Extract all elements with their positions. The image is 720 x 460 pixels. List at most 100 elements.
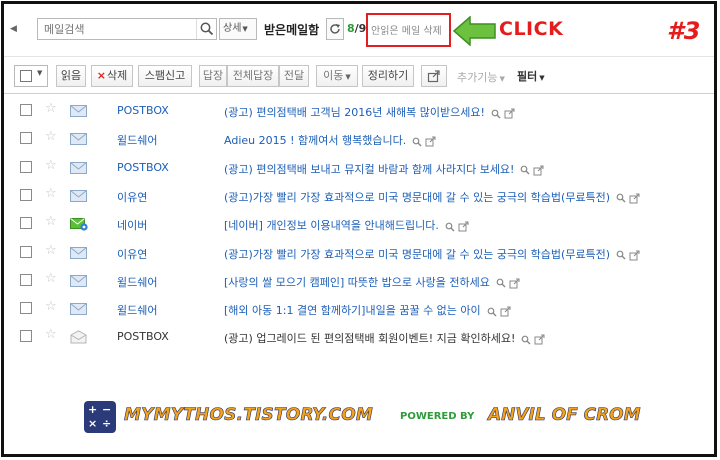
total-count: /9 bbox=[354, 22, 367, 35]
mail-checkbox[interactable] bbox=[20, 217, 32, 230]
star-icon[interactable]: ☆ bbox=[45, 130, 57, 144]
mail-subject-link[interactable]: (광고) 업그레이드 된 편의점택배 회원이벤트! 지금 확인하세요! bbox=[224, 330, 548, 346]
mail-subject-link[interactable]: (광고)가장 빨리 가장 효과적으로 미국 명문대에 갈 수 있는 궁극의 학습… bbox=[224, 189, 643, 205]
mail-subject-link[interactable]: (광고) 편의점택배 보내고 뮤지컬 바람과 함께 사라지다 보세요! bbox=[224, 161, 547, 177]
preview-search-icon[interactable] bbox=[616, 193, 626, 203]
mail-checkbox[interactable] bbox=[20, 132, 32, 145]
mail-row-tools bbox=[412, 135, 439, 148]
preview-search-icon[interactable] bbox=[496, 278, 506, 288]
more-features-menu[interactable]: 추가기능 ▼ bbox=[457, 69, 505, 85]
mail-row-tools bbox=[491, 107, 518, 120]
preview-search-icon[interactable] bbox=[445, 222, 455, 232]
mail-sender[interactable]: 네이버 bbox=[117, 217, 147, 233]
mail-subject-link[interactable]: [해외 아동 1:1 결연 함께하기]내일을 꿈꿀 수 없는 아이 bbox=[224, 302, 514, 318]
mail-checkbox[interactable] bbox=[20, 245, 32, 258]
delete-button[interactable]: ×삭제 bbox=[91, 65, 133, 87]
open-new-window-icon[interactable] bbox=[629, 250, 640, 261]
open-new-window-icon[interactable] bbox=[629, 193, 640, 204]
star-icon[interactable]: ☆ bbox=[45, 271, 57, 286]
detail-search-label: 상세 bbox=[223, 23, 242, 34]
search-button[interactable] bbox=[196, 19, 216, 39]
star-icon[interactable]: ☆ bbox=[45, 215, 57, 229]
envelope-icon bbox=[70, 133, 87, 146]
mail-subject: [해외 아동 1:1 결연 함께하기]내일을 꿈꿀 수 없는 아이 bbox=[224, 304, 481, 318]
forward-button[interactable]: 전달 bbox=[279, 65, 309, 87]
mail-subject-link[interactable]: Adieu 2015 ! 함께여서 행복했습니다. bbox=[224, 132, 439, 148]
mail-subject: (광고) 업그레이드 된 편의점택배 회원이벤트! 지금 확인하세요! bbox=[224, 332, 516, 346]
mail-checkbox[interactable] bbox=[20, 302, 32, 315]
mail-subject: (광고)가장 빨리 가장 효과적으로 미국 명문대에 갈 수 있는 궁극의 학습… bbox=[224, 190, 611, 204]
mail-checkbox[interactable] bbox=[20, 104, 32, 116]
chevron-down-icon: ▼ bbox=[242, 25, 248, 33]
mail-row[interactable]: ☆ POSTBOX (광고) 편의점택배 고객님 2016년 새해복 많이받으세요! bbox=[4, 96, 714, 124]
delete-unread-button[interactable]: 안읽은 메일 삭제 bbox=[371, 22, 442, 37]
mail-subject-link[interactable]: (광고) 편의점택배 고객님 2016년 새해복 많이받으세요! bbox=[224, 104, 518, 120]
open-new-window-icon[interactable] bbox=[504, 108, 515, 119]
organize-button[interactable]: 정리하기 bbox=[362, 65, 414, 87]
mail-checkbox[interactable] bbox=[20, 188, 32, 201]
detail-search-button[interactable]: 상세▼ bbox=[219, 18, 257, 40]
move-button[interactable]: 이동 ▼ bbox=[316, 65, 358, 87]
mail-checkbox[interactable] bbox=[20, 160, 32, 173]
spam-report-button[interactable]: 스팸신고 bbox=[138, 65, 192, 87]
preview-search-icon[interactable] bbox=[487, 307, 497, 317]
mail-row[interactable]: ☆ POSTBOX (광고) 편의점택배 보내고 뮤지컬 바람과 함께 사라지다 보… bbox=[4, 153, 714, 181]
mail-sender[interactable]: 이유연 bbox=[117, 246, 147, 262]
mail-row[interactable]: ☆ 네이버 [네이버] 개인정보 이용내역을 안내해드립니다. bbox=[4, 209, 714, 237]
mail-row[interactable]: ☆ 윌드쉐어 [사랑의 쌀 모으기 캠페인] 따뜻한 밥으로 사랑을 전하세요 bbox=[4, 266, 714, 294]
mail-sender[interactable]: 이유연 bbox=[117, 189, 147, 205]
preview-search-icon[interactable] bbox=[616, 250, 626, 260]
mail-sender[interactable]: POSTBOX bbox=[117, 330, 169, 343]
mark-read-button[interactable]: 읽음 bbox=[56, 65, 86, 87]
star-icon[interactable]: ☆ bbox=[45, 102, 57, 116]
watermark-brand: ANVIL OF CROM bbox=[488, 405, 641, 426]
mail-sender[interactable]: 윌드쉐어 bbox=[117, 274, 157, 290]
mail-row[interactable]: ☆ 이유연 (광고)가장 빨리 가장 효과적으로 미국 명문대에 갈 수 있는 궁극… bbox=[4, 238, 714, 266]
preview-search-icon[interactable] bbox=[412, 137, 422, 147]
mail-row[interactable]: ☆ 이유연 (광고)가장 빨리 가장 효과적으로 미국 명문대에 갈 수 있는 궁극… bbox=[4, 181, 714, 209]
preview-search-icon[interactable] bbox=[520, 165, 530, 175]
envelope-icon bbox=[70, 105, 87, 117]
open-new-window-icon[interactable] bbox=[533, 165, 544, 176]
search-input[interactable] bbox=[38, 19, 196, 39]
mail-row[interactable]: ☆ POSTBOX (광고) 업그레이드 된 편의점택배 회원이벤트! 지금 확인하… bbox=[4, 322, 714, 350]
share-button[interactable] bbox=[421, 65, 447, 87]
mail-subject: [사랑의 쌀 모으기 캠페인] 따뜻한 밥으로 사랑을 전하세요 bbox=[224, 275, 490, 289]
search-box bbox=[37, 18, 217, 40]
preview-search-icon[interactable] bbox=[521, 335, 531, 345]
calculator-logo-icon: + − × ÷ bbox=[84, 401, 116, 433]
star-icon[interactable]: ☆ bbox=[45, 300, 57, 314]
reply-all-button[interactable]: 전체답장 bbox=[227, 65, 279, 87]
more-features-label: 추가기능 bbox=[457, 71, 498, 84]
open-new-window-icon[interactable] bbox=[534, 334, 545, 345]
mail-subject-link[interactable]: [사랑의 쌀 모으기 캠페인] 따뜻한 밥으로 사랑을 전하세요 bbox=[224, 274, 523, 290]
mail-row[interactable]: ☆ 윌드쉐어 Adieu 2015 ! 함께여서 행복했습니다. bbox=[4, 124, 714, 152]
checkbox-icon bbox=[20, 70, 32, 82]
open-new-window-icon[interactable] bbox=[500, 306, 511, 317]
star-icon[interactable]: ☆ bbox=[45, 158, 57, 173]
chevron-down-icon: ▼ bbox=[499, 75, 505, 83]
filter-label: 필터 bbox=[517, 70, 538, 83]
select-all-checkbox[interactable]: ▼ bbox=[14, 65, 48, 87]
collapse-sidebar-icon[interactable]: ◀ bbox=[10, 24, 18, 34]
mail-sender[interactable]: POSTBOX bbox=[117, 104, 169, 117]
open-new-window-icon[interactable] bbox=[425, 136, 436, 147]
star-icon[interactable]: ☆ bbox=[45, 328, 57, 342]
preview-search-icon[interactable] bbox=[491, 109, 501, 119]
open-new-window-icon[interactable] bbox=[458, 221, 469, 232]
mail-sender[interactable]: POSTBOX bbox=[117, 161, 169, 174]
reply-button[interactable]: 답장 bbox=[199, 65, 227, 87]
mail-subject-link[interactable]: [네이버] 개인정보 이용내역을 안내해드립니다. bbox=[224, 217, 472, 233]
mail-checkbox[interactable] bbox=[20, 330, 32, 343]
mail-checkbox[interactable] bbox=[20, 273, 32, 286]
mail-sender[interactable]: 윌드쉐어 bbox=[117, 132, 157, 148]
mail-subject-link[interactable]: (광고)가장 빨리 가장 효과적으로 미국 명문대에 갈 수 있는 궁극의 학습… bbox=[224, 246, 643, 262]
mail-row[interactable]: ☆ 윌드쉐어 [해외 아동 1:1 결연 함께하기]내일을 꿈꿀 수 없는 아이 bbox=[4, 294, 714, 322]
star-icon[interactable]: ☆ bbox=[45, 186, 57, 201]
refresh-button[interactable] bbox=[326, 18, 344, 40]
star-icon[interactable]: ☆ bbox=[45, 243, 57, 258]
open-new-window-icon[interactable] bbox=[509, 278, 520, 289]
screenshot-frame: ◀ 상세▼ 받은메일함 8/9 안읽은 메일 삭제 bbox=[1, 1, 717, 457]
filter-menu[interactable]: 필터 ▼ bbox=[517, 68, 545, 84]
mail-sender[interactable]: 윌드쉐어 bbox=[117, 302, 157, 318]
